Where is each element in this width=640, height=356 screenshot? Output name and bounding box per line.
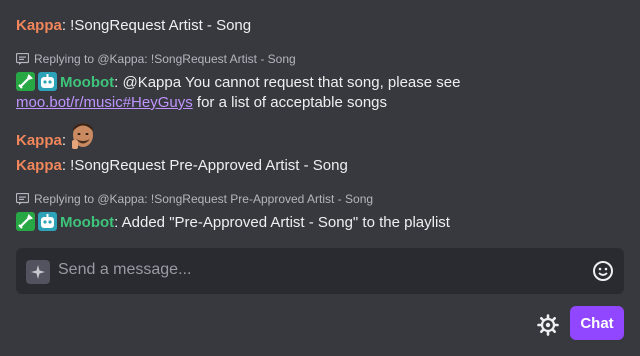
reply-icon [16, 53, 29, 65]
face-emote-icon[interactable] [70, 122, 96, 160]
chat-message: Kappa: !SongRequest Pre-Approved Artist … [16, 156, 348, 176]
colon: : [61, 131, 67, 149]
chat-message: Moobot: @Kappa You cannot request that s… [16, 72, 460, 93]
username-moobot[interactable]: Moobot [60, 74, 114, 91]
message-text: @Kappa You cannot request that song, ple… [118, 74, 461, 91]
bot-badge-icon[interactable] [38, 212, 57, 231]
message-text: !SongRequest Pre-Approved Artist - Song [66, 157, 348, 174]
message-link[interactable]: moo.bot/r/music#HeyGuys [16, 94, 193, 111]
message-text: !SongRequest Artist - Song [66, 17, 252, 34]
reply-header: Replying to @Kappa: !SongRequest Pre-App… [16, 192, 373, 206]
reply-text[interactable]: Replying to @Kappa: !SongRequest Pre-App… [34, 192, 373, 206]
username-kappa[interactable]: Kappa [16, 17, 62, 34]
reply-header: Replying to @Kappa: !SongRequest Artist … [16, 52, 296, 66]
settings-icon[interactable] [537, 314, 559, 336]
username-kappa[interactable]: Kappa [16, 157, 62, 174]
emoji-icon[interactable] [592, 260, 614, 282]
chat-input-placeholder[interactable]: Send a message... [58, 261, 191, 279]
moderator-badge-icon[interactable] [16, 72, 35, 91]
chat-message: Kappa: !SongRequest Artist - Song [16, 16, 251, 36]
reply-icon [16, 193, 29, 205]
username-kappa[interactable]: Kappa [16, 132, 62, 149]
bot-badge-icon[interactable] [38, 72, 57, 91]
moderator-badge-icon[interactable] [16, 212, 35, 231]
chat-message: Kappa: [16, 122, 96, 160]
message-text: Added "Pre-Approved Artist - Song" to th… [118, 214, 450, 231]
chat-send-button[interactable]: Chat [570, 306, 624, 340]
sparkle-icon[interactable] [26, 260, 50, 284]
message-text-continued: for a list of acceptable songs [192, 94, 388, 111]
chat-message: Moobot: Added "Pre-Approved Artist - Son… [16, 212, 450, 233]
username-moobot[interactable]: Moobot [60, 214, 114, 231]
chat-message-continuation: moo.bot/r/music#HeyGuys for a list of ac… [16, 93, 387, 113]
chat-input-box[interactable]: Send a message... [16, 248, 624, 294]
reply-text[interactable]: Replying to @Kappa: !SongRequest Artist … [34, 52, 296, 66]
